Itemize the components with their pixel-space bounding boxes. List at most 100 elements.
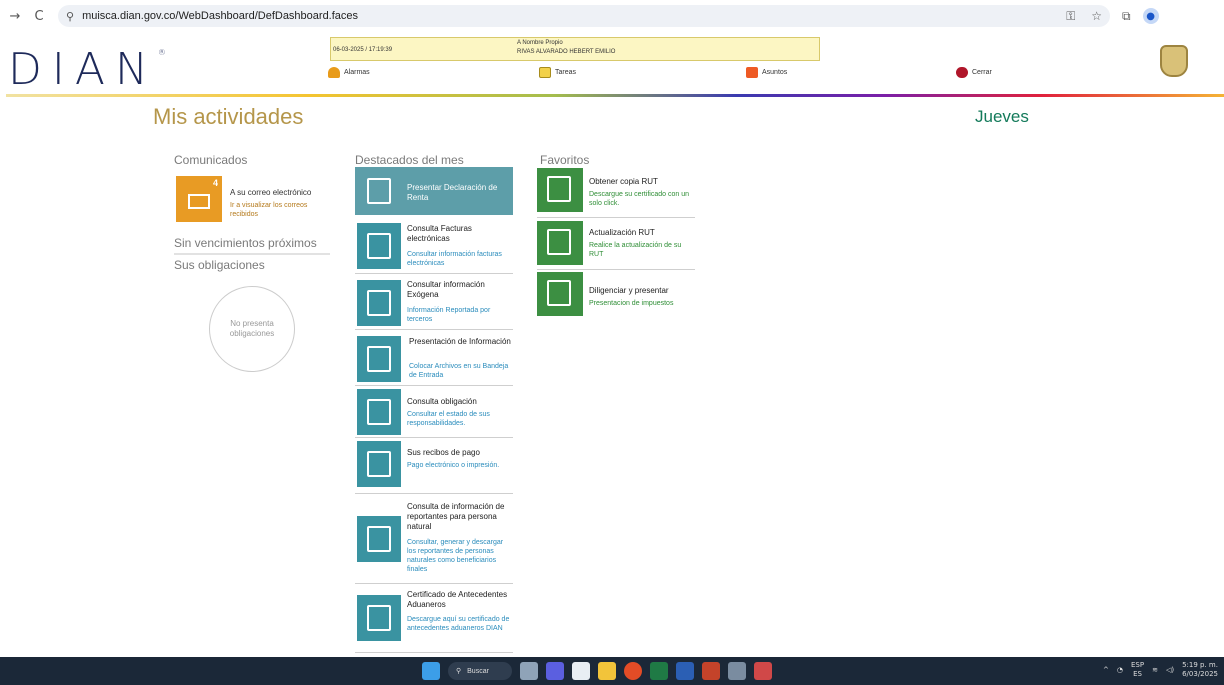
task-view-icon[interactable] xyxy=(520,662,538,680)
clock[interactable]: 5:19 p. m. 6/03/2025 xyxy=(1182,661,1218,679)
mail-title[interactable]: A su correo electrónico xyxy=(230,188,311,197)
menu-alarmas-label: Alarmas xyxy=(344,69,370,76)
windows-taskbar: ⚲ Buscar ^ ◔ ESP ES ≋ ◁) 5:19 p. m. 6/03/20… xyxy=(0,657,1224,685)
destacado-title: Presentación de Información xyxy=(409,337,511,346)
menu-alarmas[interactable]: Alarmas xyxy=(328,67,370,78)
sin-vencimientos-heading: Sin vencimientos próximos xyxy=(174,236,317,250)
speaker-icon[interactable]: ◁) xyxy=(1166,666,1174,674)
mail-tile[interactable]: 4 xyxy=(176,176,222,222)
menu-tareas[interactable]: Tareas xyxy=(539,67,576,78)
logo-registered-mark: ® xyxy=(157,48,166,57)
document-list-icon xyxy=(357,389,401,435)
destacado-obligacion[interactable]: Consulta obligación Consultar el estado … xyxy=(355,388,513,438)
destacado-recibos[interactable]: Sus recibos de pago Pago electrónico o i… xyxy=(355,440,513,494)
favorito-sub: Presentacion de impuestos xyxy=(589,300,674,307)
address-bar[interactable]: ⚲ muisca.dian.gov.co/WebDashboard/DefDas… xyxy=(58,5,1110,27)
excel-icon[interactable] xyxy=(650,662,668,680)
menu-tareas-label: Tareas xyxy=(555,69,577,76)
session-info-box: 06-03-2025 / 17:19:39 A Nombre Propio RI… xyxy=(330,37,820,61)
destacado-sub: Información Reportada por terceros xyxy=(407,307,491,323)
favorito-title: Diligenciar y presentar xyxy=(589,286,669,295)
home-info-icon xyxy=(357,336,401,382)
menu-cerrar[interactable]: Cerrar xyxy=(956,67,992,78)
destacado-certificado[interactable]: Certificado de Antecedentes Aduaneros De… xyxy=(355,587,513,653)
power-off-icon xyxy=(956,67,968,78)
language-indicator[interactable]: ESP ES xyxy=(1131,661,1144,679)
mail-sub-link[interactable]: Ir a visualizar los correos recibidos xyxy=(230,201,330,219)
destacado-sub: Consultar el estado de sus responsabilid… xyxy=(407,411,490,427)
coat-of-arms-icon xyxy=(1160,45,1188,77)
destacado-declaracion-renta[interactable]: Presentar Declaración de Renta xyxy=(355,167,513,215)
back-arrow-icon[interactable]: → xyxy=(6,7,24,25)
extensions-icon[interactable]: ⧉ xyxy=(1122,9,1131,24)
favorito-diligenciar[interactable]: Diligenciar y presentar Presentacion de … xyxy=(537,272,695,320)
favorito-copia-rut[interactable]: Obtener copia RUT Descargue su certifica… xyxy=(537,168,695,218)
reload-icon[interactable]: C xyxy=(30,7,48,25)
snipping-tool-icon[interactable] xyxy=(754,662,772,680)
no-obligaciones-circle: No presenta obligaciones xyxy=(209,286,295,372)
folder-icon xyxy=(746,67,758,78)
clock-time: 5:19 p. m. xyxy=(1182,661,1218,669)
password-key-icon[interactable]: ⚿ xyxy=(1066,9,1075,23)
network-warning-icon[interactable]: ◔ xyxy=(1117,666,1123,674)
rut-document-icon xyxy=(537,168,583,212)
menu-asuntos-label: Asuntos xyxy=(762,69,788,76)
wifi-icon[interactable]: ≋ xyxy=(1152,666,1158,674)
destacado-title: Consulta obligación xyxy=(407,397,477,406)
teams-icon[interactable] xyxy=(546,662,564,680)
no-obligaciones-text: No presenta obligaciones xyxy=(229,319,275,338)
destacado-facturas[interactable]: Consulta Facturas electrónicas Consultar… xyxy=(355,220,513,274)
top-menu: Alarmas Tareas Asuntos Cerrar xyxy=(0,67,1224,83)
destacado-sub: Pago electrónico o impresión. xyxy=(407,462,500,469)
clock-date: 6/03/2025 xyxy=(1182,670,1218,678)
powerpoint-icon[interactable] xyxy=(702,662,720,680)
bell-icon xyxy=(328,67,340,78)
handshake-icon xyxy=(357,280,401,326)
org-chart-icon xyxy=(357,516,401,562)
favorito-title: Obtener copia RUT xyxy=(589,177,658,186)
taskbar-search[interactable]: ⚲ Buscar xyxy=(448,662,512,680)
invoice-icon xyxy=(357,223,401,269)
site-info-icon[interactable]: ⚲ xyxy=(66,10,74,23)
lang-top: ESP xyxy=(1131,661,1145,669)
favorito-sub: Descargue su certificado con un solo cli… xyxy=(589,191,689,207)
page-title: Mis actividades xyxy=(153,104,304,129)
section-divider xyxy=(174,253,330,255)
file-icon[interactable] xyxy=(572,662,590,680)
bookmark-star-icon[interactable]: ☆ xyxy=(1091,9,1102,23)
chrome-icon[interactable] xyxy=(624,662,642,680)
favorito-sub: Realice la actualización de su RUT xyxy=(589,242,682,258)
profile-avatar-icon[interactable]: ● xyxy=(1142,8,1159,24)
windows-start-icon[interactable] xyxy=(422,662,440,680)
destacado-title: Consulta de información de reportantes p… xyxy=(407,502,505,531)
destacado-presentacion[interactable]: Presentación de Información Colocar Arch… xyxy=(355,332,513,386)
day-label: Jueves xyxy=(975,107,1029,126)
tasks-icon xyxy=(539,67,551,78)
header-divider xyxy=(6,94,1224,97)
menu-asuntos[interactable]: Asuntos xyxy=(746,67,787,78)
file-explorer-icon[interactable] xyxy=(598,662,616,680)
destacado-exogena[interactable]: Consultar información Exógena Informació… xyxy=(355,276,513,330)
word-icon[interactable] xyxy=(676,662,694,680)
destacado-sub: Colocar Archivos en su Bandeja de Entrad… xyxy=(409,363,509,379)
favoritos-heading: Favoritos xyxy=(540,153,590,167)
url-text: muisca.dian.gov.co/WebDashboard/DefDashb… xyxy=(82,10,359,22)
obligaciones-heading: Sus obligaciones xyxy=(174,258,265,272)
destacados-heading: Destacados del mes xyxy=(355,153,464,167)
rut-update-icon xyxy=(537,221,583,265)
destacado-reportantes[interactable]: Consulta de información de reportantes p… xyxy=(355,498,513,584)
destacado-title: Certificado de Antecedentes Aduaneros xyxy=(407,590,508,609)
favorito-actualizacion-rut[interactable]: Actualización RUT Realice la actualizaci… xyxy=(537,220,695,270)
browser-toolbar: → C ⚲ muisca.dian.gov.co/WebDashboard/De… xyxy=(0,0,1224,32)
destacado-title: Consultar información Exógena xyxy=(407,280,485,299)
chevron-up-icon[interactable]: ^ xyxy=(1103,666,1109,674)
destacado-title: Consulta Facturas electrónicas xyxy=(407,224,472,243)
session-date: 06-03-2025 / 17:19:39 xyxy=(333,47,393,53)
mail-count-badge: 4 xyxy=(212,178,218,188)
tax-presentation-icon xyxy=(537,272,583,316)
user-label: A Nombre Propio xyxy=(517,40,563,46)
destacado-title: Sus recibos de pago xyxy=(407,448,480,457)
favorito-title: Actualización RUT xyxy=(589,228,655,237)
user-name: RIVAS ALVARADO HEBERT EMILIO xyxy=(517,49,616,55)
app-icon[interactable] xyxy=(728,662,746,680)
